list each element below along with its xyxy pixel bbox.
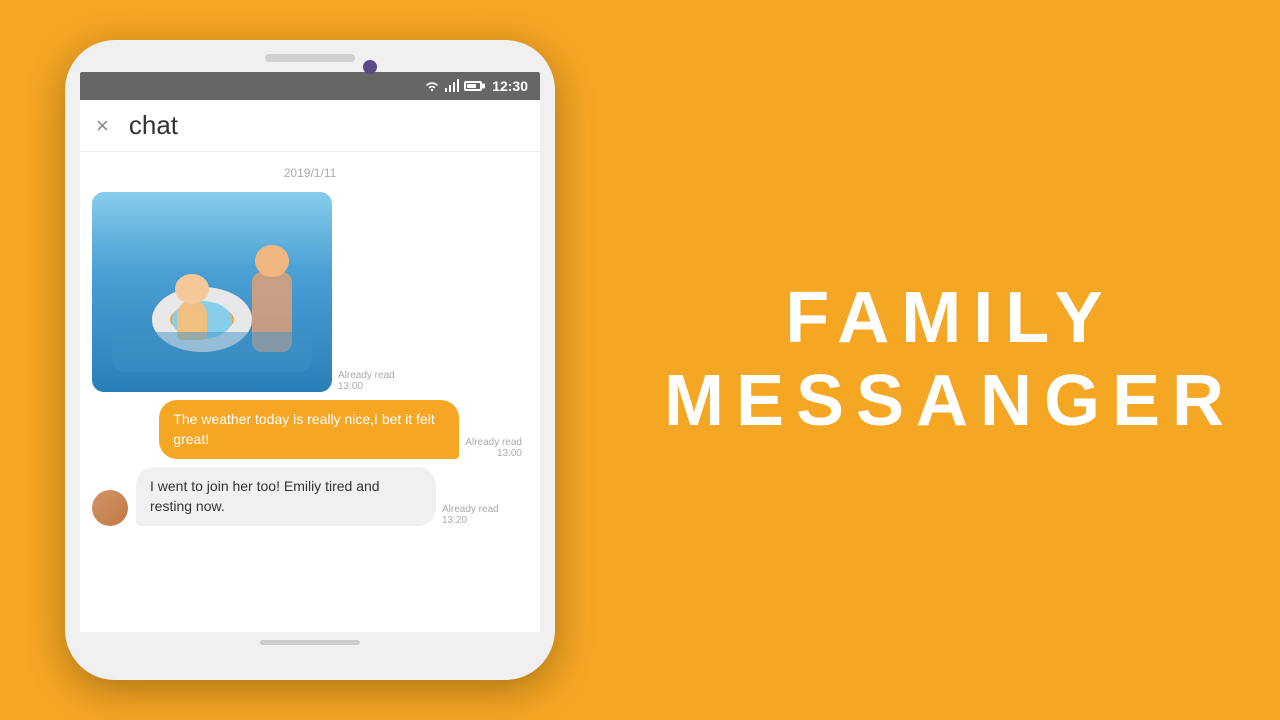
- outgoing-meta: Already read 13:00: [465, 437, 522, 459]
- phone-speaker: [265, 54, 355, 62]
- adult-head: [255, 245, 289, 277]
- app-title-line1: FAMILY: [664, 277, 1236, 360]
- image-message-wrapper: [92, 192, 332, 392]
- water-ripple: [112, 332, 312, 372]
- incoming-bubble-wrapper: I went to join her too! Emiliy tired and…: [136, 467, 436, 526]
- close-button[interactable]: ×: [96, 113, 109, 139]
- home-indicator: [260, 640, 360, 645]
- outgoing-read-status: Already read: [465, 437, 522, 448]
- outgoing-bubble: The weather today is really nice,I bet i…: [159, 400, 459, 459]
- phone-screen: 12:30 × chat 2019/1/11: [80, 72, 540, 632]
- image-time: 13:00: [338, 381, 363, 392]
- right-panel: FAMILY MESSANGER: [620, 237, 1280, 483]
- incoming-bubble: I went to join her too! Emiliy tired and…: [136, 467, 436, 526]
- status-bar: 12:30: [80, 72, 540, 100]
- chat-title: chat: [129, 110, 178, 141]
- pool-image: [92, 192, 332, 392]
- pool-scene: [112, 212, 312, 372]
- avatar-image: [92, 490, 128, 526]
- message-row: Already read 13:00: [92, 192, 528, 392]
- status-icons: [424, 80, 482, 92]
- status-time: 12:30: [492, 78, 528, 94]
- app-title-line2: MESSANGER: [664, 360, 1236, 443]
- baby-head: [175, 274, 209, 304]
- phone-mockup: 12:30 × chat 2019/1/11: [0, 0, 620, 720]
- phone-body: 12:30 × chat 2019/1/11: [65, 40, 555, 680]
- chat-messages: 2019/1/11: [80, 152, 540, 632]
- outgoing-time: 13:00: [497, 448, 522, 459]
- incoming-time: 13:20: [442, 515, 467, 526]
- outgoing-bubble-wrapper: The weather today is really nice,I bet i…: [159, 400, 459, 459]
- outgoing-message-row: Already read 13:00 The weather today is …: [92, 400, 528, 459]
- avatar: [92, 490, 128, 526]
- incoming-message-row: I went to join her too! Emiliy tired and…: [92, 467, 528, 526]
- phone-camera: [363, 60, 377, 74]
- signal-icon: [445, 80, 459, 92]
- image-read-status: Already read: [338, 370, 395, 381]
- app-title: FAMILY MESSANGER: [664, 277, 1236, 443]
- battery-icon: [464, 81, 482, 91]
- image-message-meta: Already read 13:00: [338, 370, 395, 392]
- chat-header: × chat: [80, 100, 540, 152]
- wifi-icon: [424, 80, 440, 92]
- incoming-read-status: Already read: [442, 504, 499, 515]
- incoming-meta: Already read 13:20: [442, 504, 499, 526]
- date-separator: 2019/1/11: [92, 162, 528, 184]
- image-bubble: [92, 192, 332, 392]
